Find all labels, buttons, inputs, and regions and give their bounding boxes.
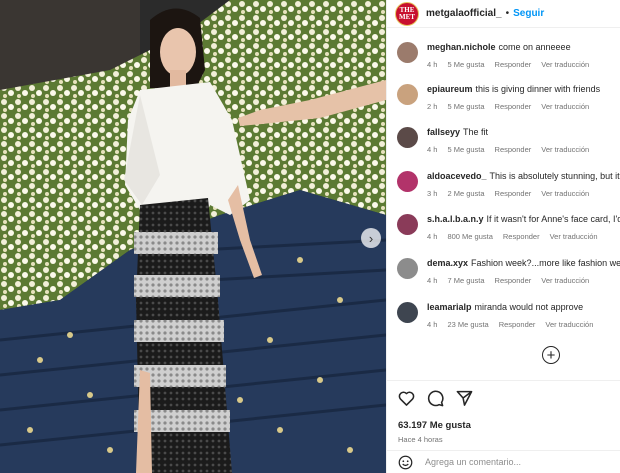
comment-item: epiaureum this is giving dinner with frie…	[397, 72, 620, 116]
comment-username[interactable]: meghan.nichole	[427, 42, 496, 52]
comment-time: 4 h	[427, 232, 438, 242]
comment-text: The fit	[463, 127, 489, 138]
post-timestamp: Hace 4 horas	[398, 435, 443, 444]
plus-circle-icon: +	[546, 346, 556, 364]
comment-likes[interactable]: 5 Me gusta	[447, 102, 484, 111]
comment-username[interactable]: leamarialp	[427, 302, 472, 312]
chevron-right-icon: ›	[368, 230, 374, 246]
comment-translate-button[interactable]: Ver traducción	[541, 145, 589, 154]
comment-likes[interactable]: 5 Me gusta	[447, 145, 484, 154]
comment-reply-button[interactable]: Responder	[499, 320, 536, 329]
comment-likes[interactable]: 7 Me gusta	[447, 276, 484, 285]
comment-time: 2 h	[427, 101, 438, 111]
comment-username[interactable]: fallseyy	[427, 127, 460, 137]
follow-button[interactable]: Seguir	[513, 8, 544, 19]
separator-dot: •	[505, 8, 510, 19]
comment-time: 3 h	[427, 188, 438, 198]
comment-likes[interactable]: 5 Me gusta	[447, 60, 484, 69]
likes-count[interactable]: 63.197 Me gusta	[398, 420, 620, 431]
comment-text: miranda would not approve	[474, 301, 584, 312]
comment-translate-button[interactable]: Ver traducción	[545, 320, 593, 329]
post-actions: 63.197 Me gusta Hace 4 horas	[387, 380, 620, 444]
post-photo[interactable]: ›	[0, 0, 386, 473]
comment-text: If it wasn't for Anne's face card, I'd b…	[486, 214, 620, 225]
commenter-avatar[interactable]	[397, 257, 418, 279]
load-more-comments-button[interactable]: +	[542, 346, 560, 364]
comment-username[interactable]: aldoacevedo_	[427, 171, 487, 181]
comment-time: 4 h	[427, 319, 438, 329]
carousel-next-button[interactable]: ›	[361, 228, 381, 248]
comment-text: this is giving dinner with friends	[475, 83, 601, 94]
commenter-avatar[interactable]	[397, 214, 418, 236]
comment-username[interactable]: epiaureum	[427, 84, 473, 94]
account-avatar[interactable]: THE MET	[395, 1, 419, 26]
comment-text: Fashion week?...more like fashion weak	[471, 257, 620, 268]
comment-likes[interactable]: 800 Me gusta	[447, 232, 492, 241]
comment-reply-button[interactable]: Responder	[495, 60, 532, 69]
comment-item: meghan.nichole come on anneeee 4 h 5 Me g…	[397, 28, 620, 72]
commenter-avatar[interactable]	[397, 127, 418, 149]
comment-text: come on anneeee	[498, 42, 571, 52]
comment-item: leamarialp miranda would not approve 4 h …	[397, 290, 620, 334]
comment-reply-button[interactable]: Responder	[495, 189, 532, 198]
comment-input[interactable]	[425, 457, 605, 467]
comment-translate-button[interactable]: Ver traducción	[541, 60, 589, 69]
comment-translate-button[interactable]: Ver traducción	[541, 102, 589, 111]
comment-time: 4 h	[427, 60, 438, 69]
comment-text: This is absolutely stunning, but it's gi…	[489, 170, 620, 181]
comment-likes[interactable]: 23 Me gusta	[447, 320, 488, 329]
comment-item: aldoacevedo_ This is absolutely stunning,…	[397, 159, 620, 203]
commenter-avatar[interactable]	[397, 301, 418, 323]
comment-icon[interactable]	[427, 390, 444, 407]
comment-likes[interactable]: 2 Me gusta	[447, 189, 484, 198]
commenter-avatar[interactable]	[397, 42, 418, 63]
heart-icon[interactable]	[398, 390, 415, 406]
comments-list: meghan.nichole come on anneeee 4 h 5 Me g…	[387, 28, 620, 333]
commenter-avatar[interactable]	[397, 83, 418, 105]
comment-time: 4 h	[427, 275, 438, 285]
comment-reply-button[interactable]: Responder	[495, 102, 532, 111]
comment-item: s.h.a.l.b.a.n.y If it wasn't for Anne's f…	[397, 202, 620, 246]
account-username[interactable]: metgalaofficial_	[426, 8, 502, 19]
comment-item: fallseyy The fit 4 h 5 Me gusta Responder…	[397, 115, 620, 159]
avatar-brand-text-bottom: MET	[399, 12, 415, 21]
comment-time: 4 h	[427, 145, 438, 155]
photo-illustration	[0, 0, 386, 473]
comment-translate-button[interactable]: Ver traducción	[541, 276, 589, 285]
post-side-panel: THE MET metgalaofficial_ • Seguir meghan…	[386, 0, 620, 473]
comment-reply-button[interactable]: Responder	[495, 276, 532, 285]
comment-item: dema.xyx Fashion week?...more like fashio…	[397, 246, 620, 290]
add-comment-bar	[387, 450, 620, 473]
commenter-avatar[interactable]	[397, 170, 418, 192]
comment-reply-button[interactable]: Responder	[495, 145, 532, 154]
comment-username[interactable]: dema.xyx	[427, 258, 468, 268]
emoji-icon[interactable]	[398, 455, 413, 470]
comment-reply-button[interactable]: Responder	[503, 232, 540, 241]
comment-username[interactable]: s.h.a.l.b.a.n.y	[427, 214, 484, 224]
comment-translate-button[interactable]: Ver traducción	[541, 189, 589, 198]
share-icon[interactable]	[456, 390, 473, 406]
post-header: THE MET metgalaofficial_ • Seguir	[387, 0, 620, 28]
comment-translate-button[interactable]: Ver traducción	[550, 232, 598, 241]
